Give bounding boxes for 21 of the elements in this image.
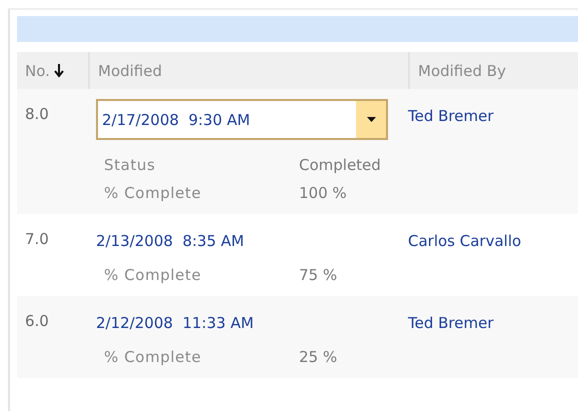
modified-date-link[interactable]: 2/13/2008 8:35 AM [96, 232, 244, 250]
field-value: 100 % [299, 184, 348, 202]
caret-icon [366, 117, 376, 122]
field-label: Status [104, 156, 156, 174]
dropdown-button[interactable] [354, 101, 386, 138]
author-link[interactable]: Ted Bremer [408, 314, 578, 332]
date-picker[interactable]: 2/17/2008 9:30 AM [96, 99, 388, 140]
modified-date-link[interactable]: 2/12/2008 11:33 AM [96, 314, 254, 332]
author-link[interactable]: Ted Bremer [408, 107, 578, 125]
item-number: 8.0 [24, 105, 50, 123]
field-value: 75 % [299, 266, 338, 284]
field-label: % Complete [104, 184, 202, 202]
date-input[interactable]: 2/17/2008 9:30 AM [98, 101, 354, 138]
item-number: 6.0 [24, 312, 50, 330]
author-link[interactable]: Carlos Carvallo [408, 232, 578, 250]
field-label: % Complete [104, 348, 202, 366]
sort-down-icon [54, 64, 64, 78]
field-label: % Complete [104, 266, 202, 284]
field-value: Completed [299, 156, 382, 174]
field-value: 25 % [299, 348, 338, 366]
item-number: 7.0 [24, 230, 50, 248]
